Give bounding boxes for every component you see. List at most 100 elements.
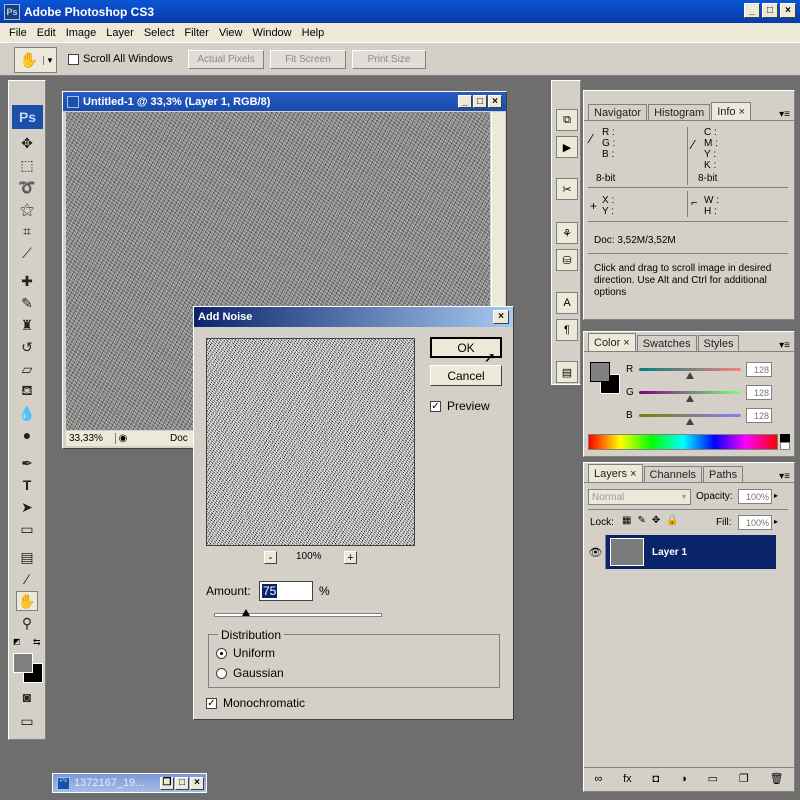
brushes-panel-icon[interactable]: ⚘ xyxy=(556,222,578,244)
doc-minimize-icon[interactable]: _ xyxy=(458,95,472,108)
marquee-tool-icon[interactable]: ⬚ xyxy=(16,155,38,175)
eye-icon[interactable]: 👁 xyxy=(586,535,606,569)
maximize-icon[interactable]: □ xyxy=(175,776,189,790)
foreground-color-swatch[interactable] xyxy=(590,362,610,382)
path-selection-icon[interactable]: ➤ xyxy=(16,497,38,517)
white-swatch[interactable] xyxy=(780,442,790,450)
layer-row-selected[interactable]: 👁 Layer 1 xyxy=(586,535,776,569)
maximize-icon[interactable]: □ xyxy=(762,3,778,18)
healing-brush-icon[interactable]: ✚ xyxy=(16,271,38,291)
cancel-button[interactable]: Cancel xyxy=(430,365,502,386)
new-layer-icon[interactable]: ❐ xyxy=(739,772,749,785)
menu-layer[interactable]: Layer xyxy=(101,27,139,39)
close-icon[interactable]: × xyxy=(739,106,745,118)
quick-mask-icon[interactable]: ◙ xyxy=(16,687,38,707)
status-menu-icon[interactable]: ◉ xyxy=(116,433,130,444)
menu-filter[interactable]: Filter xyxy=(179,27,213,39)
menu-select[interactable]: Select xyxy=(139,27,180,39)
menu-file[interactable]: File xyxy=(4,27,32,39)
default-colors-icon[interactable]: ◩ xyxy=(13,637,21,646)
minimize-icon[interactable]: _ xyxy=(744,3,760,18)
close-icon[interactable]: × xyxy=(780,3,796,18)
menu-help[interactable]: Help xyxy=(297,27,330,39)
fill-input[interactable]: 100% xyxy=(738,515,772,530)
layer-mask-icon[interactable]: ◘ xyxy=(653,773,660,785)
chevron-right-icon[interactable]: ▸ xyxy=(774,491,778,500)
lock-pixels-icon[interactable]: ✎ xyxy=(637,515,645,526)
close-icon[interactable]: × xyxy=(630,468,636,480)
document-title-bar[interactable]: Untitled-1 @ 33,3% (Layer 1, RGB/8) _ □ … xyxy=(63,92,506,111)
adjustment-layer-icon[interactable]: ◑ xyxy=(680,773,687,785)
shape-tool-icon[interactable]: ▭ xyxy=(16,519,38,539)
r-slider-thumb[interactable] xyxy=(686,372,694,379)
eraser-tool-icon[interactable]: ▱ xyxy=(16,359,38,379)
blur-tool-icon[interactable]: 💧 xyxy=(16,403,38,423)
g-value[interactable]: 128 xyxy=(746,385,772,400)
slice-tool-icon[interactable]: ⟋ xyxy=(16,243,38,263)
g-slider-thumb[interactable] xyxy=(686,395,694,402)
clone-source-icon[interactable]: ⛁ xyxy=(556,249,578,271)
tool-preset-picker[interactable]: ✋ ▼ xyxy=(14,47,57,73)
amount-input[interactable]: 75 xyxy=(259,581,313,601)
close-icon[interactable]: × xyxy=(190,776,204,790)
lock-transparent-icon[interactable]: ▦ xyxy=(622,515,631,526)
chevron-right-icon[interactable]: ▸ xyxy=(774,517,778,526)
b-value[interactable]: 128 xyxy=(746,408,772,423)
screen-mode-icon[interactable]: ▭ xyxy=(16,711,38,731)
restore-icon[interactable]: ❐ xyxy=(160,776,174,790)
noise-preview[interactable] xyxy=(206,338,415,546)
b-slider-thumb[interactable] xyxy=(686,418,694,425)
g-slider[interactable] xyxy=(639,391,741,394)
lock-position-icon[interactable]: ✥ xyxy=(652,515,660,526)
amount-slider-thumb[interactable] xyxy=(241,609,250,616)
uniform-radio[interactable] xyxy=(216,647,227,659)
b-slider[interactable] xyxy=(639,414,741,417)
close-icon[interactable]: × xyxy=(493,310,509,324)
foreground-color-swatch[interactable] xyxy=(13,653,33,673)
paint-bucket-icon[interactable]: ⛾ xyxy=(16,381,38,401)
hand-tool-icon[interactable]: ✋ xyxy=(16,591,38,611)
character-panel-icon[interactable]: A xyxy=(556,292,578,314)
opacity-input[interactable]: 100% xyxy=(738,489,772,504)
type-tool-icon[interactable]: T xyxy=(16,475,38,495)
scroll-all-checkbox[interactable] xyxy=(68,53,79,65)
tab-histogram[interactable]: Histogram xyxy=(648,104,711,120)
history-panel-icon[interactable]: ⧉ xyxy=(556,109,578,131)
brush-tool-icon[interactable]: ✎ xyxy=(16,293,38,313)
print-size-button[interactable]: Print Size xyxy=(352,50,426,69)
black-swatch[interactable] xyxy=(780,434,790,442)
color-ramp[interactable] xyxy=(588,434,778,450)
crop-tool-icon[interactable]: ⌗ xyxy=(16,221,38,241)
dialog-title-bar[interactable]: Add Noise × xyxy=(194,307,513,327)
clone-stamp-icon[interactable]: ♜ xyxy=(16,315,38,335)
menu-edit[interactable]: Edit xyxy=(32,27,61,39)
new-group-icon[interactable]: ▭ xyxy=(708,772,718,785)
tool-presets-icon[interactable]: ✂ xyxy=(556,178,578,200)
minimized-document[interactable]: Ps 1372167_19... ❐ □ × xyxy=(52,773,207,793)
actions-panel-icon[interactable]: ▶ xyxy=(556,136,578,158)
preview-checkbox[interactable]: ✓ xyxy=(430,400,441,412)
doc-close-icon[interactable]: × xyxy=(488,95,502,108)
magic-wand-icon[interactable]: ⚝ xyxy=(16,199,38,219)
dodge-tool-icon[interactable]: ● xyxy=(16,425,38,445)
blend-mode-select[interactable]: Normal ▼ xyxy=(588,489,691,505)
menu-window[interactable]: Window xyxy=(248,27,297,39)
layer-style-icon[interactable]: fx xyxy=(623,773,632,785)
zoom-tool-icon[interactable]: ⚲ xyxy=(16,613,38,633)
menu-image[interactable]: Image xyxy=(61,27,102,39)
panel-menu-icon[interactable]: ▾≡ xyxy=(779,340,790,351)
actual-pixels-button[interactable]: Actual Pixels xyxy=(188,50,264,69)
amount-slider-track[interactable] xyxy=(214,613,382,617)
tab-navigator[interactable]: Navigator xyxy=(588,104,648,120)
link-layers-icon[interactable]: ∞ xyxy=(594,773,602,785)
zoom-in-button[interactable]: + xyxy=(344,551,357,564)
history-brush-icon[interactable]: ↺ xyxy=(16,337,38,357)
tab-paths[interactable]: Paths xyxy=(703,466,744,482)
swap-colors-icon[interactable]: ⇆ xyxy=(33,637,41,648)
lock-all-icon[interactable]: 🔒 xyxy=(666,515,678,526)
tab-channels[interactable]: Channels xyxy=(643,466,703,482)
gaussian-radio[interactable] xyxy=(216,667,227,679)
panel-menu-icon[interactable]: ▾≡ xyxy=(779,471,790,482)
layer-name[interactable]: Layer 1 xyxy=(652,547,687,558)
zoom-readout[interactable]: 33,33% xyxy=(66,433,116,444)
